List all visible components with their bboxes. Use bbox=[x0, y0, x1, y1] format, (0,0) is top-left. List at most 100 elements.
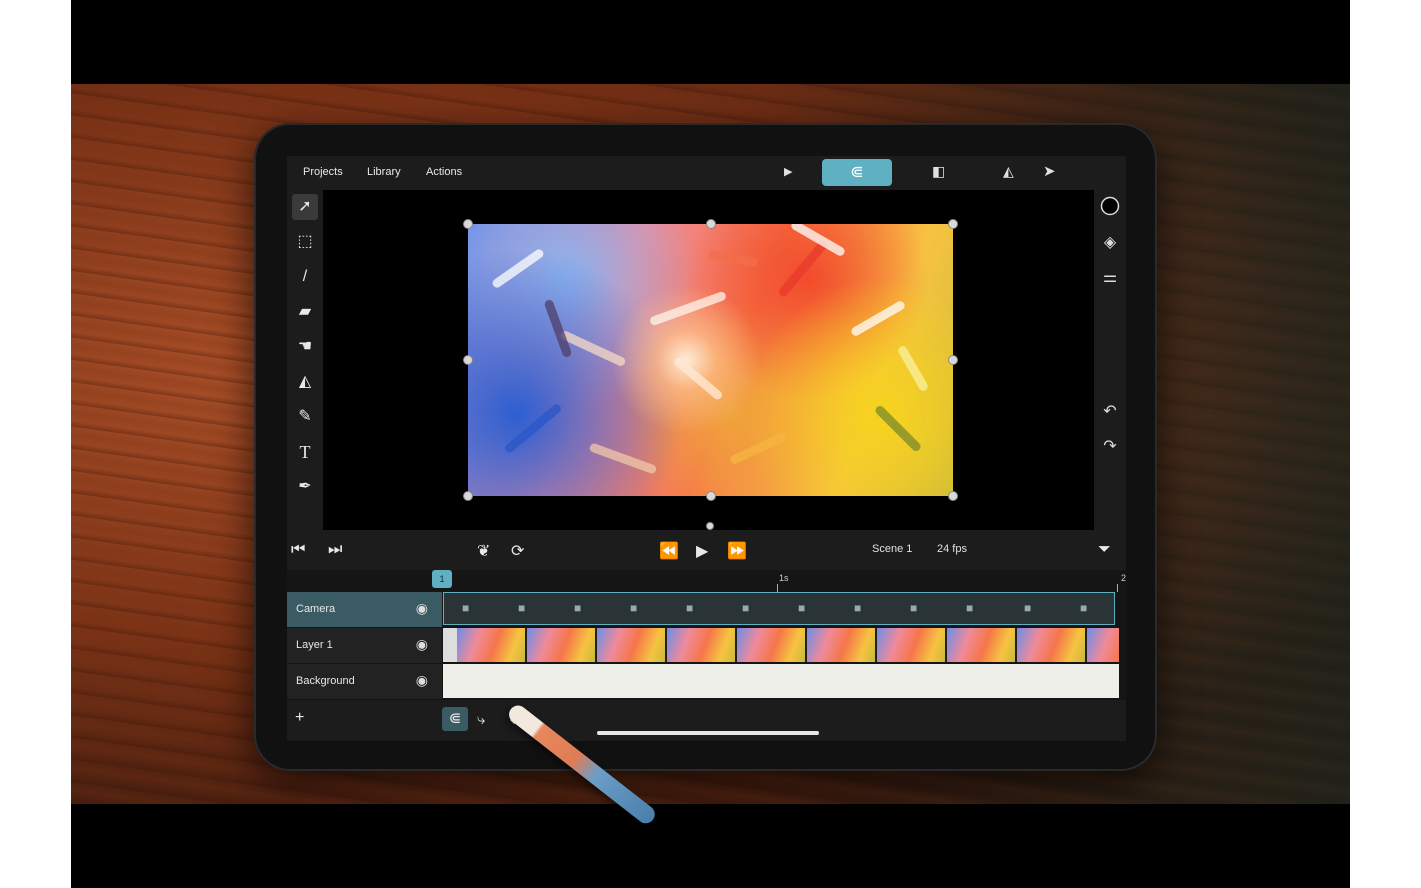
ruler-tick bbox=[777, 584, 778, 592]
frame-thumbnail[interactable] bbox=[1087, 628, 1119, 662]
frame-thumbnail[interactable] bbox=[527, 628, 597, 662]
brush-stroke bbox=[490, 247, 546, 290]
frame-thumbnail[interactable] bbox=[457, 628, 527, 662]
layers-icon[interactable]: ◈ bbox=[1100, 232, 1120, 252]
ipad-device: Projects Library Actions ▶ ⋐ ◧ ◭ ➤ ➚ ⬚ /… bbox=[254, 123, 1157, 771]
fill-bucket-icon[interactable]: ◭ bbox=[292, 369, 318, 395]
transform-handle[interactable] bbox=[948, 219, 958, 229]
top-bar: Projects Library Actions ▶ ⋐ ◧ ◭ ➤ bbox=[287, 156, 1126, 190]
ruler-label-1s: 1s bbox=[779, 573, 789, 583]
brush-stroke bbox=[849, 299, 907, 338]
brush-stroke bbox=[707, 249, 759, 268]
timeline-tracks: Camera ◉ Layer 1 ◉ Background ◉ ■ ■ ■ ■ … bbox=[287, 592, 1126, 700]
play-button-icon[interactable]: ▶ bbox=[696, 541, 708, 561]
adjustments-icon[interactable]: ⚌ bbox=[1100, 267, 1120, 287]
frame-thumbnail[interactable] bbox=[737, 628, 807, 662]
home-indicator bbox=[597, 731, 819, 735]
artwork-canvas[interactable] bbox=[468, 224, 953, 496]
transform-handle[interactable] bbox=[463, 355, 473, 365]
play-icon[interactable]: ▶ bbox=[784, 165, 792, 178]
rewind-icon[interactable]: ⏪ bbox=[659, 541, 679, 561]
frame-thumbnail[interactable] bbox=[597, 628, 667, 662]
camera-icon: ■ bbox=[854, 601, 862, 615]
track-background[interactable]: Background ◉ bbox=[287, 664, 442, 699]
fps-label[interactable]: 24 fps bbox=[937, 543, 967, 555]
camera-keyframe-strip[interactable]: ■ ■ ■ ■ ■ ■ ■ ■ ■ ■ ■ ■ bbox=[443, 592, 1115, 625]
layer-1-frame-strip[interactable] bbox=[443, 628, 1119, 662]
camera-icon: ■ bbox=[1024, 601, 1032, 615]
frame-thumbnail[interactable] bbox=[877, 628, 947, 662]
flip-icon[interactable]: ◭ bbox=[1003, 163, 1014, 180]
menu-actions[interactable]: Actions bbox=[426, 166, 462, 178]
marquee-icon[interactable]: ⬚ bbox=[292, 229, 318, 255]
previous-frame-icon[interactable]: ⏮ bbox=[291, 541, 305, 559]
frame-thumbnail[interactable] bbox=[807, 628, 877, 662]
next-frame-icon[interactable]: ⏭ bbox=[328, 541, 342, 559]
eyedropper-icon[interactable]: ✎ bbox=[292, 404, 318, 430]
fast-forward-icon[interactable]: ⏩ bbox=[727, 541, 747, 561]
camera-icon: ■ bbox=[966, 601, 974, 615]
camera-icon: ■ bbox=[574, 601, 582, 615]
track-camera[interactable]: Camera ◉ bbox=[287, 592, 442, 627]
camera-icon: ■ bbox=[462, 601, 470, 615]
timeline-bottom-bar: + ⋐ ⤷ ◆ bbox=[287, 700, 1126, 741]
eye-icon[interactable]: ◉ bbox=[416, 672, 428, 689]
scene-label[interactable]: Scene 1 bbox=[872, 543, 912, 555]
onion-skin-icon[interactable]: ◧ bbox=[932, 163, 945, 180]
camera-icon: ■ bbox=[686, 601, 694, 615]
background-frame-strip[interactable] bbox=[443, 664, 1119, 698]
undo-icon[interactable]: ↶ bbox=[1100, 401, 1120, 421]
magnet-snap-icon[interactable]: ⋐ bbox=[442, 707, 468, 731]
camera-icon: ■ bbox=[742, 601, 750, 615]
brush-icon[interactable]: / bbox=[292, 264, 318, 290]
camera-icon: ■ bbox=[1080, 601, 1088, 615]
menu-projects[interactable]: Projects bbox=[303, 166, 343, 178]
brush-stroke bbox=[543, 298, 573, 359]
frame-thumbnail[interactable] bbox=[1017, 628, 1087, 662]
frame-thumbnail[interactable] bbox=[667, 628, 737, 662]
playhead-frame-number: 1 bbox=[439, 574, 445, 584]
magnet-icon: ⋐ bbox=[850, 164, 864, 181]
brush-stroke bbox=[728, 431, 788, 466]
transform-handle[interactable] bbox=[463, 219, 473, 229]
add-layer-button[interactable]: + bbox=[295, 709, 304, 727]
transform-handle[interactable] bbox=[948, 355, 958, 365]
color-circle-icon[interactable] bbox=[1100, 196, 1120, 216]
playhead[interactable]: 1 bbox=[432, 570, 452, 588]
path-icon[interactable]: ⤷ bbox=[477, 711, 485, 728]
collapse-timeline-icon[interactable]: ⏷ bbox=[1098, 541, 1111, 559]
eye-icon[interactable]: ◉ bbox=[416, 636, 428, 653]
video-frame: Projects Library Actions ▶ ⋐ ◧ ◭ ➤ ➚ ⬚ /… bbox=[71, 0, 1350, 888]
brush-stroke bbox=[873, 404, 923, 453]
transform-handle[interactable] bbox=[706, 219, 716, 229]
timeline-ruler[interactable]: 1 1s 2 bbox=[287, 570, 1126, 592]
track-layer-1[interactable]: Layer 1 ◉ bbox=[287, 628, 442, 663]
pen-icon[interactable]: ✒ bbox=[292, 474, 318, 500]
select-arrow-icon[interactable]: ➚ bbox=[292, 194, 318, 220]
playback-controls: ⏮ ⏭ ❦ ⟳ ⏪ ▶ ⏩ Scene 1 24 fps ⏷ bbox=[287, 530, 1126, 570]
right-sidebar: ◈ ⚌ ↶ ↷ bbox=[1094, 190, 1126, 530]
transform-handle[interactable] bbox=[948, 491, 958, 501]
brush-stroke bbox=[777, 238, 829, 299]
transform-handle[interactable] bbox=[706, 491, 716, 501]
text-tool-icon[interactable]: T bbox=[292, 439, 318, 465]
app-screen: Projects Library Actions ▶ ⋐ ◧ ◭ ➤ ➚ ⬚ /… bbox=[287, 156, 1126, 741]
rotate-handle[interactable] bbox=[706, 522, 714, 530]
send-icon[interactable]: ➤ bbox=[1043, 162, 1056, 180]
camera-icon: ■ bbox=[798, 601, 806, 615]
camera-icon: ■ bbox=[518, 601, 526, 615]
onion-leaf-icon[interactable]: ❦ bbox=[477, 541, 490, 561]
menu-library[interactable]: Library bbox=[367, 166, 401, 178]
loop-icon[interactable]: ⟳ bbox=[511, 541, 524, 561]
eye-icon[interactable]: ◉ bbox=[416, 600, 428, 617]
drawing-stage[interactable] bbox=[323, 190, 1094, 530]
ruler-label-2: 2 bbox=[1121, 573, 1126, 583]
transform-handle[interactable] bbox=[463, 491, 473, 501]
redo-icon[interactable]: ↷ bbox=[1100, 436, 1120, 456]
magnet-button[interactable]: ⋐ bbox=[822, 159, 892, 186]
eraser-icon[interactable]: ▰ bbox=[292, 299, 318, 325]
frame-thumbnail[interactable] bbox=[947, 628, 1017, 662]
smudge-icon[interactable]: ☚ bbox=[292, 334, 318, 360]
track-name: Layer 1 bbox=[296, 639, 333, 651]
brush-stroke bbox=[672, 355, 724, 402]
